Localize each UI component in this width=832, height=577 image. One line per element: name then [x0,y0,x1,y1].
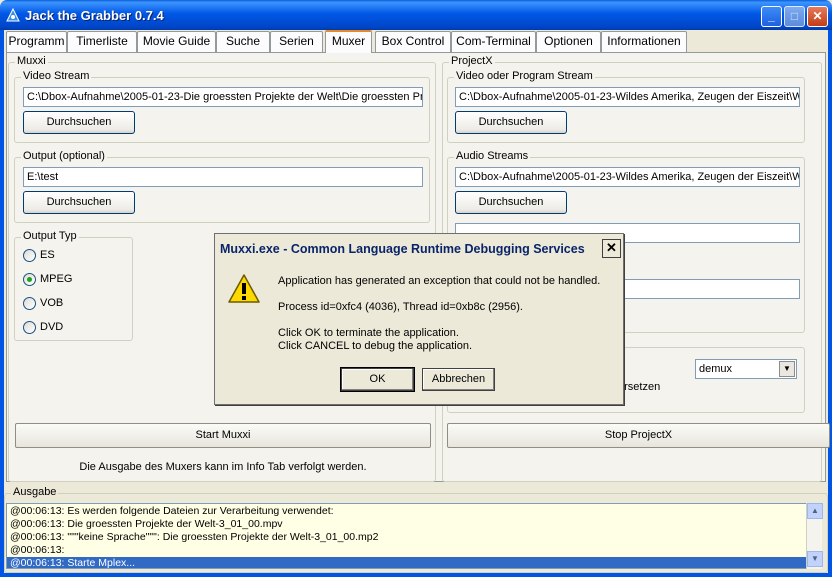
radio-es[interactable] [23,249,36,262]
ausgabe-scrollbar[interactable]: ▲ ▼ [806,503,823,569]
ersetzen-label: ersetzen [618,381,661,393]
video-stream-label: Video Stream [21,70,92,82]
log-line: @00:06:13: [10,544,65,556]
output-browse-button[interactable]: Durchsuchen [23,191,135,214]
mode-select-value: demux [699,363,733,375]
tab-movie-guide[interactable]: Movie Guide [137,31,216,52]
warning-icon [228,274,260,303]
log-line-selected: @00:06:13: Starte Mplex... [7,557,807,568]
output-input[interactable]: E:\test [23,167,423,187]
close-button[interactable]: ✕ [807,6,828,27]
stop-projectx-button[interactable]: Stop ProjectX [447,423,830,448]
projectx-video-browse-button[interactable]: Durchsuchen [455,111,567,134]
muxxi-panel-title: Muxxi [15,55,48,67]
dialog-message-line-2: Process id=0xfc4 (4036), Thread id=0xb8c… [278,301,523,313]
chevron-down-icon: ▼ [779,361,795,377]
projectx-panel-title: ProjectX [449,55,495,67]
projectx-video-input[interactable]: C:\Dbox-Aufnahme\2005-01-23-Wildes Ameri… [455,87,800,107]
radio-dvd-label: DVD [40,321,64,333]
dialog-title: Muxxi.exe - Common Language Runtime Debu… [220,242,585,256]
radio-vob-label: VOB [40,297,64,309]
tab-muxer[interactable]: Muxer [325,30,372,53]
tab-serien[interactable]: Serien [270,31,323,52]
error-dialog: Muxxi.exe - Common Language Runtime Debu… [214,233,624,405]
tab-suche[interactable]: Suche [216,31,270,52]
muxer-info-text: Die Ausgabe des Muxers kann im Info Tab … [79,461,367,473]
mode-select[interactable]: demux ▼ [695,359,797,379]
app-icon [6,7,20,22]
ok-button[interactable]: OK [340,367,415,392]
dialog-close-button[interactable]: ✕ [602,239,621,258]
tab-optionen[interactable]: Optionen [536,31,601,52]
maximize-icon: □ [790,9,799,23]
start-muxxi-button[interactable]: Start Muxxi [15,423,431,448]
tab-informationen[interactable]: Informationen [601,31,687,52]
radio-vob[interactable] [23,297,36,310]
projectx-video-label: Video oder Program Stream [454,70,595,82]
scroll-down-icon[interactable]: ▼ [807,551,823,567]
tab-com-terminal[interactable]: Com-Terminal [451,31,536,52]
minimize-button[interactable]: _ [761,6,782,27]
ausgabe-log[interactable]: @00:06:13: Es werden folgende Dateien zu… [6,503,822,569]
radio-dvd[interactable] [23,321,36,334]
window-title: Jack the Grabber 0.7.4 [25,8,164,23]
log-line: @00:06:13: """keine Sprache""": Die groe… [10,531,379,543]
video-stream-browse-button[interactable]: Durchsuchen [23,111,135,134]
audio-stream-input[interactable]: C:\Dbox-Aufnahme\2005-01-23-Wildes Ameri… [455,167,800,187]
dialog-title-bar: Muxxi.exe - Common Language Runtime Debu… [217,236,621,261]
output-label: Output (optional) [21,150,107,162]
audio-streams-label: Audio Streams [454,150,531,162]
tab-box-control[interactable]: Box Control [375,31,451,52]
maximize-button[interactable]: □ [784,6,805,27]
radio-es-label: ES [40,249,55,261]
close-icon: ✕ [606,240,617,255]
video-stream-input[interactable]: C:\Dbox-Aufnahme\2005-01-23-Die groesste… [23,87,423,107]
dialog-message-line-4: Click CANCEL to debug the application. [278,340,473,352]
tab-timerliste[interactable]: Timerliste [67,31,137,52]
log-line: @00:06:13: Die groessten Projekte der We… [10,518,283,530]
scroll-up-icon[interactable]: ▲ [807,503,823,519]
ausgabe-label: Ausgabe [11,486,59,498]
title-bar: Jack the Grabber 0.7.4 _ □ ✕ [0,0,832,30]
output-typ-label: Output Typ [21,230,79,242]
log-line: @00:06:13: Es werden folgende Dateien zu… [10,505,334,517]
audio-stream-browse-button[interactable]: Durchsuchen [455,191,567,214]
dialog-message-line-1: Application has generated an exception t… [278,275,601,287]
radio-mpeg[interactable] [23,273,36,286]
close-icon: ✕ [812,9,823,23]
minimize-icon: _ [768,9,775,23]
radio-mpeg-label: MPEG [40,273,73,285]
tab-programm[interactable]: Programm [6,31,67,52]
dialog-message-line-3: Click OK to terminate the application. [278,327,459,339]
cancel-button[interactable]: Abbrechen [422,368,495,391]
